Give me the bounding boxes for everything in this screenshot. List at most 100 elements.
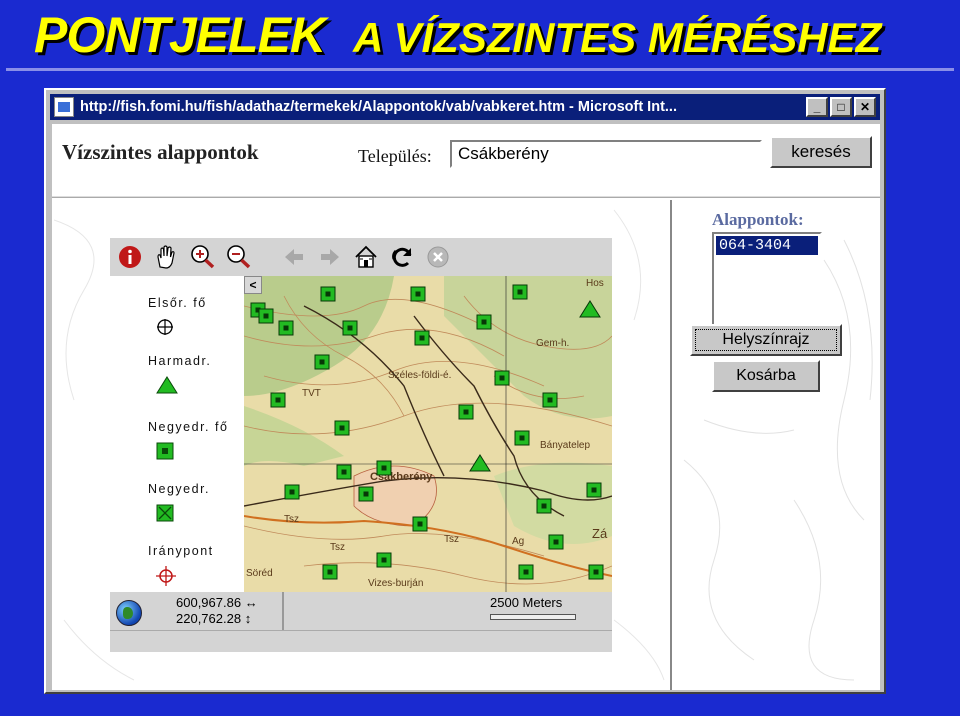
- page-title: Vízszintes alappontok: [62, 140, 259, 164]
- page-content: Vízszintes alappontok Település: Csákber…: [52, 124, 880, 690]
- survey-point-marker[interactable]: [536, 498, 552, 514]
- green-square-cross-icon: [156, 504, 174, 527]
- maximize-button[interactable]: □: [830, 97, 852, 117]
- close-button[interactable]: ✕: [854, 97, 876, 117]
- survey-point-marker[interactable]: [476, 314, 492, 330]
- survey-point-marker[interactable]: [512, 284, 528, 300]
- map-canvas: Széles-földi-é. TVT Gem-h. Csákberény Bá…: [244, 276, 612, 592]
- red-target-icon: [156, 566, 176, 591]
- add-to-cart-button[interactable]: Kosárba: [712, 360, 820, 392]
- circle-cross-icon: [156, 318, 174, 341]
- survey-point-marker[interactable]: [284, 484, 300, 500]
- map-place-label: Gem-h.: [536, 338, 569, 349]
- window-controls: _ □ ✕: [806, 97, 876, 117]
- info-icon[interactable]: [114, 241, 146, 273]
- y-coordinate: 220,762.28: [176, 611, 242, 626]
- survey-point-marker[interactable]: [376, 552, 392, 568]
- horizontal-arrows-icon: ↔: [244, 595, 258, 610]
- map-place-label: Bányatelep: [540, 440, 590, 451]
- browser-title: http://fish.fomi.hu/fish/adathaz/termeke…: [80, 99, 677, 115]
- browser-titlebar[interactable]: http://fish.fomi.hu/fish/adathaz/termeke…: [50, 94, 880, 120]
- green-square-icon: [156, 442, 174, 465]
- map-frame: Elsőr. fő Harmadr. Negyedr. fő Negyedr. …: [54, 200, 672, 690]
- survey-point-marker[interactable]: [320, 286, 336, 302]
- globe-icon[interactable]: [116, 600, 142, 626]
- map-place-label: Tsz: [330, 542, 345, 553]
- stop-icon[interactable]: [422, 241, 454, 273]
- survey-point-marker[interactable]: [412, 516, 428, 532]
- settlement-input[interactable]: Csákberény: [450, 140, 762, 168]
- survey-point-marker[interactable]: [548, 534, 564, 550]
- survey-point-marker[interactable]: [458, 404, 474, 420]
- minimize-button[interactable]: _: [806, 97, 828, 117]
- map-place-label: TVT: [302, 388, 321, 399]
- results-panel: Alappontok: 064-3404 Helyszínrajz Kosárb…: [674, 200, 880, 690]
- zoom-out-icon[interactable]: [222, 241, 254, 273]
- map-place-label: Tsz: [444, 534, 459, 545]
- scale-label: 2500 Meters: [490, 595, 563, 610]
- zoom-in-icon[interactable]: [186, 241, 218, 273]
- list-item-selected[interactable]: 064-3404: [716, 236, 818, 255]
- legend-label: Elsőr. fő: [148, 296, 207, 310]
- survey-point-marker[interactable]: [410, 286, 426, 302]
- survey-point-marker[interactable]: [376, 460, 392, 476]
- map-legend: Elsőr. fő Harmadr. Negyedr. fő Negyedr. …: [110, 276, 244, 592]
- site-plan-button[interactable]: Helyszínrajz: [690, 324, 842, 356]
- survey-point-marker[interactable]: [258, 308, 274, 324]
- x-coordinate: 600,967.86: [176, 595, 242, 610]
- settlement-label: Település:: [358, 146, 432, 166]
- ie-page-icon: [54, 97, 74, 117]
- survey-point-marker[interactable]: [278, 320, 294, 336]
- survey-point-marker[interactable]: [586, 482, 602, 498]
- map-footer: [110, 630, 612, 652]
- coordinate-readout: 600,967.86 ↔ 220,762.28 ↕: [176, 595, 258, 627]
- map-place-label: Söréd: [246, 568, 273, 579]
- slide-title-sub: A VÍZSZINTES MÉRÉSHEZ: [353, 14, 882, 61]
- slide-title-main: PONTJELEK: [34, 7, 326, 63]
- forward-arrow-icon[interactable]: [314, 241, 346, 273]
- home-icon[interactable]: [350, 241, 382, 273]
- survey-point-marker[interactable]: [342, 320, 358, 336]
- map-toolbar: [110, 238, 612, 276]
- results-heading: Alappontok:: [712, 210, 804, 229]
- back-arrow-icon[interactable]: [278, 241, 310, 273]
- map-place-label: Zá: [592, 526, 608, 541]
- map-place-label: Ag: [512, 536, 524, 547]
- vertical-arrows-icon: ↕: [244, 611, 252, 626]
- pan-hand-icon[interactable]: [150, 241, 182, 273]
- legend-label: Harmadr.: [148, 354, 212, 368]
- divider: [52, 196, 880, 198]
- survey-point-marker[interactable]: [542, 392, 558, 408]
- map-place-label: Tsz: [284, 514, 299, 525]
- status-divider: [282, 592, 284, 630]
- search-bar: Vízszintes alappontok Település: Csákber…: [52, 124, 880, 192]
- green-triangle-icon: [156, 376, 178, 399]
- topographic-map[interactable]: < Széles-földi-é. TVT Gem-h. Csákberény …: [244, 276, 612, 592]
- refresh-icon[interactable]: [386, 241, 418, 273]
- survey-point-marker[interactable]: [414, 330, 430, 346]
- survey-point-marker[interactable]: [494, 370, 510, 386]
- survey-point-marker[interactable]: [334, 420, 350, 436]
- legend-label: Iránypont: [148, 544, 214, 558]
- map-place-label: Vizes-burján: [368, 578, 423, 589]
- survey-point-marker[interactable]: [514, 430, 530, 446]
- browser-window: http://fish.fomi.hu/fish/adathaz/termeke…: [44, 88, 886, 694]
- slide-title: PONTJELEK A VÍZSZINTES MÉRÉSHEZ: [34, 6, 881, 66]
- collapse-legend-button[interactable]: <: [244, 276, 262, 294]
- survey-point-marker[interactable]: [588, 564, 604, 580]
- survey-point-marker[interactable]: [322, 564, 338, 580]
- title-rule: [6, 68, 954, 71]
- map-place-label: Hos: [586, 278, 604, 289]
- legend-label: Negyedr. fő: [148, 420, 229, 434]
- survey-point-marker[interactable]: [358, 486, 374, 502]
- legend-label: Negyedr.: [148, 482, 211, 496]
- map-place-label: Széles-földi-é.: [388, 370, 451, 381]
- scale-bar: [490, 614, 576, 620]
- survey-point-marker[interactable]: [518, 564, 534, 580]
- survey-point-marker[interactable]: [270, 392, 286, 408]
- search-button[interactable]: keresés: [770, 136, 872, 168]
- map-statusbar: 600,967.86 ↔ 220,762.28 ↕ 2500 Meters: [110, 592, 612, 630]
- survey-point-marker[interactable]: [336, 464, 352, 480]
- survey-point-marker[interactable]: [314, 354, 330, 370]
- results-list[interactable]: 064-3404: [712, 232, 822, 332]
